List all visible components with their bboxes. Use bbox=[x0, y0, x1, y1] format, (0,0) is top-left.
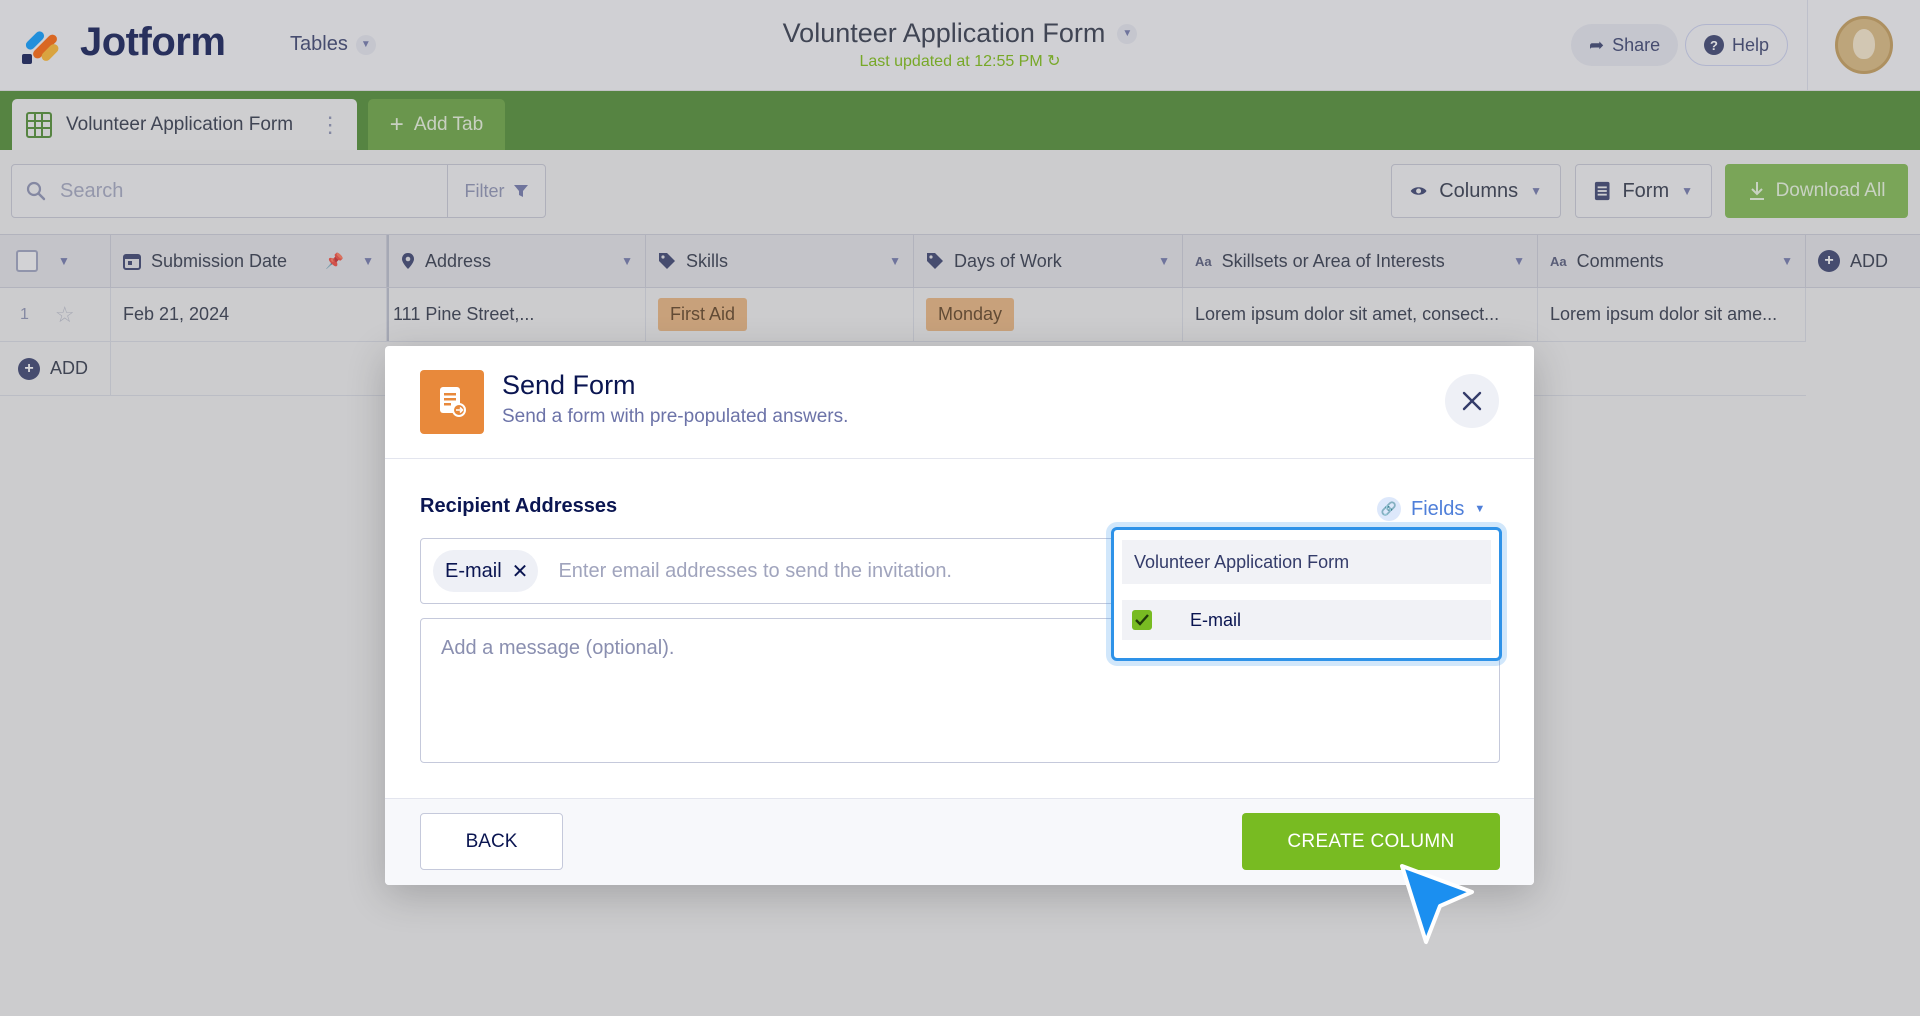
fields-label: Fields bbox=[1411, 497, 1465, 520]
check-icon[interactable] bbox=[1132, 610, 1152, 630]
field-option-label: E-mail bbox=[1190, 609, 1242, 630]
dialog-title: Send Form bbox=[502, 370, 636, 400]
send-form-icon bbox=[420, 370, 484, 434]
cursor-arrow-icon bbox=[1400, 864, 1474, 944]
recipient-addresses-label: Recipient Addresses bbox=[420, 495, 618, 517]
dialog-header: Send Form Send a form with pre-populated… bbox=[385, 346, 1534, 459]
email-tag-label: E-mail bbox=[445, 559, 502, 582]
fields-dropdown-toggle[interactable]: 🔗 Fields ▼ bbox=[1377, 497, 1485, 521]
close-button[interactable] bbox=[1445, 374, 1499, 428]
email-field-tag: E-mail ✕ bbox=[433, 550, 539, 592]
link-icon: 🔗 bbox=[1377, 497, 1401, 521]
chevron-down-icon: ▼ bbox=[1474, 503, 1486, 515]
dropdown-group-header: Volunteer Application Form bbox=[1122, 540, 1491, 584]
close-icon bbox=[1462, 391, 1482, 411]
email-addresses-input[interactable] bbox=[558, 559, 1119, 583]
fields-dropdown: Volunteer Application Form E-mail bbox=[1111, 527, 1502, 661]
dialog-subtitle: Send a form with pre-populated answers. bbox=[502, 406, 849, 427]
field-option-email[interactable]: E-mail bbox=[1122, 600, 1491, 640]
remove-tag-icon[interactable]: ✕ bbox=[512, 559, 529, 584]
dialog-footer: BACK CREATE COLUMN bbox=[385, 798, 1534, 885]
back-button[interactable]: BACK bbox=[420, 813, 563, 870]
